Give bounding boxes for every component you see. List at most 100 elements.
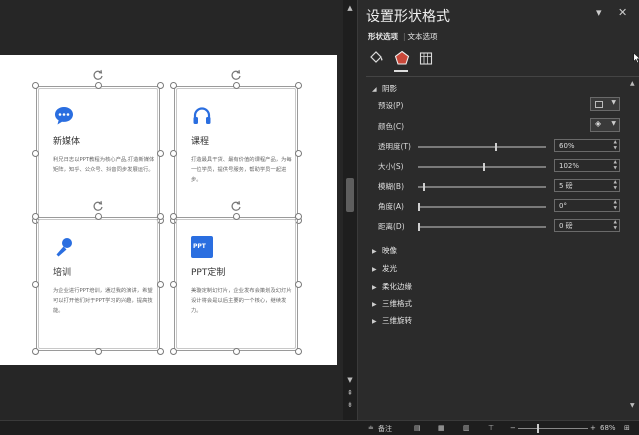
size-input[interactable]: 102% ▲ ▼ (554, 159, 620, 172)
resize-handle[interactable] (233, 348, 240, 355)
resize-handle[interactable] (170, 213, 177, 220)
size-slider[interactable] (418, 163, 546, 171)
resize-handle[interactable] (95, 348, 102, 355)
panel-scrollbar[interactable]: ▲ ▼ (628, 80, 639, 420)
section-shadow-header[interactable]: ◢ 阴影 (372, 83, 397, 94)
resize-handle[interactable] (170, 281, 177, 288)
zoom-in-icon[interactable]: + (590, 424, 596, 432)
slider-knob[interactable] (418, 203, 420, 211)
panel-close-button[interactable]: ✕ (618, 6, 627, 19)
panel-options-button[interactable]: ▾ (596, 6, 602, 19)
blur-input[interactable]: 5 磅 ▲ ▼ (554, 179, 620, 192)
slide[interactable]: 新媒体 利兄日志以PPT教程为核心产品,打造新媒体矩阵，知乎、公众号、抖音同步发… (0, 55, 337, 365)
resize-handle[interactable] (32, 82, 39, 89)
panel-divider (366, 76, 639, 77)
zoom-slider-knob[interactable] (537, 424, 539, 433)
resize-handle[interactable] (32, 281, 39, 288)
resize-handle[interactable] (157, 281, 164, 288)
resize-handle[interactable] (233, 213, 240, 220)
scroll-up-icon[interactable]: ▲ (346, 4, 354, 12)
tab-text-options[interactable]: 文本选项 (408, 32, 438, 41)
spinner-arrows-icon[interactable]: ▲ ▼ (614, 160, 617, 172)
slide-canvas-area[interactable]: 新媒体 利兄日志以PPT教程为核心产品,打造新媒体矩阵，知乎、公众号、抖音同步发… (0, 0, 343, 420)
scroll-down-icon[interactable]: ▼ (630, 402, 635, 409)
section-3d-rotation-header[interactable]: ▶ 三维旋转 (372, 315, 412, 326)
rotate-handle-icon[interactable] (230, 69, 242, 81)
resize-handle[interactable] (233, 82, 240, 89)
collapsed-arrow-icon: ▶ (372, 248, 377, 255)
slider-knob[interactable] (483, 163, 485, 171)
notes-icon[interactable]: ≐ (368, 424, 374, 432)
resize-handle[interactable] (295, 348, 302, 355)
resize-handle[interactable] (295, 82, 302, 89)
normal-view-icon[interactable]: ▤ (414, 424, 421, 432)
expanded-arrow-icon: ◢ (372, 86, 377, 93)
resize-handle[interactable] (170, 150, 177, 157)
reading-view-icon[interactable]: ▥ (463, 424, 470, 432)
rotate-handle-icon[interactable] (92, 69, 104, 81)
rotate-handle-icon[interactable] (92, 200, 104, 212)
fit-slide-icon[interactable]: ⊞ (624, 424, 630, 432)
slider-knob[interactable] (423, 183, 425, 191)
section-reflection-header[interactable]: ▶ 映像 (372, 245, 397, 256)
zoom-out-icon[interactable]: − (510, 424, 516, 432)
resize-handle[interactable] (295, 281, 302, 288)
section-3d-format-header[interactable]: ▶ 三维格式 (372, 298, 412, 309)
previous-slide-icon[interactable]: ⇞ (346, 389, 354, 397)
color-dropdown[interactable]: ◈ ▼ (590, 118, 620, 132)
zoom-level[interactable]: 68% (600, 424, 616, 432)
scrollbar-thumb[interactable] (346, 178, 354, 212)
distance-slider[interactable] (418, 223, 546, 231)
resize-handle[interactable] (170, 348, 177, 355)
slide-sorter-icon[interactable]: ▦ (438, 424, 445, 432)
angle-input[interactable]: 0° ▲ ▼ (554, 199, 620, 212)
resize-handle[interactable] (32, 348, 39, 355)
resize-handle[interactable] (157, 82, 164, 89)
card-ppt-custom[interactable]: PPT PPT定制 美璇定制幻灯片，企业发布会策划及幻灯片设计将会是以后主要的一… (170, 200, 302, 355)
slider-knob[interactable] (418, 223, 420, 231)
spinner-arrows-icon[interactable]: ▲ ▼ (614, 220, 617, 232)
rotate-handle-icon[interactable] (230, 200, 242, 212)
notes-button[interactable]: 备注 (378, 424, 392, 434)
next-slide-icon[interactable]: ⇟ (346, 401, 354, 409)
resize-handle[interactable] (157, 150, 164, 157)
effects-pentagon-icon[interactable] (394, 50, 410, 66)
distance-input[interactable]: 0 磅 ▲ ▼ (554, 219, 620, 232)
resize-handle[interactable] (295, 150, 302, 157)
resize-handle[interactable] (32, 213, 39, 220)
preset-dropdown[interactable]: ▼ (590, 97, 620, 111)
angle-slider[interactable] (418, 203, 546, 211)
zoom-slider[interactable] (518, 428, 588, 429)
resize-handle[interactable] (170, 82, 177, 89)
preset-label: 预设(P) (378, 101, 404, 110)
card-new-media[interactable]: 新媒体 利兄日志以PPT教程为核心产品,打造新媒体矩阵，知乎、公众号、抖音同步发… (32, 69, 164, 224)
chat-bubble-icon (55, 107, 73, 125)
blur-slider[interactable] (418, 183, 546, 191)
resize-handle[interactable] (157, 348, 164, 355)
card-course[interactable]: 课程 打造最具干货、最有价值的课程产品，为每一位学员，提供号服务，帮助学员一起进… (170, 69, 302, 224)
section-glow-header[interactable]: ▶ 发光 (372, 263, 397, 274)
section-soft-edges-header[interactable]: ▶ 柔化边缘 (372, 281, 412, 292)
transparency-input[interactable]: 60% ▲ ▼ (554, 139, 620, 152)
slider-knob[interactable] (495, 143, 497, 151)
scroll-up-icon[interactable]: ▲ (630, 80, 635, 87)
spinner-arrows-icon[interactable]: ▲ ▼ (614, 140, 617, 152)
resize-handle[interactable] (32, 150, 39, 157)
spinner-arrows-icon[interactable]: ▲ ▼ (614, 180, 617, 192)
canvas-vertical-scrollbar[interactable]: ▲ ▼ ⇞ ⇟ (343, 0, 357, 420)
size-properties-icon[interactable] (418, 50, 434, 66)
blur-label: 模糊(B) (378, 182, 404, 191)
fill-line-icon[interactable] (368, 50, 384, 66)
tab-shape-options[interactable]: 形状选项 (368, 32, 398, 41)
slideshow-icon[interactable]: ⊤ (488, 424, 494, 432)
spinner-arrows-icon[interactable]: ▲ ▼ (614, 200, 617, 212)
collapsed-arrow-icon: ▶ (372, 318, 377, 325)
resize-handle[interactable] (95, 213, 102, 220)
transparency-slider[interactable] (418, 143, 546, 151)
resize-handle[interactable] (157, 213, 164, 220)
resize-handle[interactable] (95, 82, 102, 89)
resize-handle[interactable] (295, 213, 302, 220)
scroll-down-icon[interactable]: ▼ (346, 376, 354, 384)
preset-preview-icon (595, 101, 603, 108)
card-training[interactable]: 培训 为企业进行PPT培训，通过我的演讲，希望可以打开他们对于PPT学习的兴趣，… (32, 200, 164, 355)
